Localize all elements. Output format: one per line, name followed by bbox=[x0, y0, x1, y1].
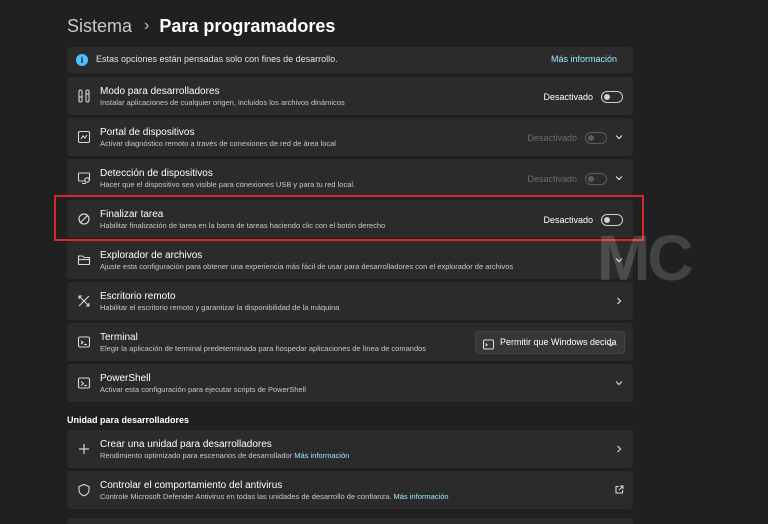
next-card-edge bbox=[67, 518, 633, 524]
setting-title: PowerShell bbox=[100, 373, 151, 384]
setting-title: Modo para desarrolladores bbox=[100, 86, 220, 97]
toggle-state-label: Desactivado bbox=[543, 92, 593, 102]
setting-desc: Hacer que el dispositivo sea visible par… bbox=[100, 180, 356, 189]
setting-device-discovery[interactable]: Detección de dispositivos Hacer que el d… bbox=[67, 159, 633, 197]
setting-file-explorer[interactable]: Explorador de archivos Ajuste esta confi… bbox=[67, 241, 633, 279]
chevron-down-icon[interactable] bbox=[613, 172, 625, 184]
more-info-link[interactable]: Más información bbox=[394, 492, 449, 501]
breadcrumb-sistema[interactable]: Sistema bbox=[67, 16, 132, 37]
toggle-state-label: Desactivado bbox=[527, 133, 577, 143]
info-more-link[interactable]: Más información bbox=[551, 54, 617, 64]
terminal-dropdown-value: Permitir que Windows decida bbox=[500, 337, 617, 347]
more-info-link[interactable]: Más información bbox=[294, 451, 349, 460]
setting-desc: Activar esta configuración para ejecutar… bbox=[100, 385, 306, 394]
setting-desc: Ajuste esta configuración para obtener u… bbox=[100, 262, 514, 271]
terminal-app-icon bbox=[483, 337, 494, 350]
remote-desktop-icon bbox=[77, 294, 91, 308]
shield-icon bbox=[77, 483, 91, 497]
setting-desc: Controle Microsoft Defender Antivirus en… bbox=[100, 492, 449, 501]
info-bar: i Estas opciones están pensadas solo con… bbox=[67, 47, 633, 73]
chevron-right-icon[interactable] bbox=[613, 443, 625, 455]
page-title: Para programadores bbox=[159, 15, 336, 36]
setting-title: Crear una unidad para desarrolladores bbox=[100, 439, 272, 450]
setting-title: Explorador de archivos bbox=[100, 250, 203, 261]
breadcrumb-separator: › bbox=[144, 17, 150, 34]
end-task-icon bbox=[77, 212, 91, 226]
setting-title: Escritorio remoto bbox=[100, 291, 176, 302]
chevron-down-icon bbox=[606, 337, 616, 347]
setting-desc: Habilitar el escritorio remoto y garanti… bbox=[100, 303, 340, 312]
external-link-icon[interactable] bbox=[613, 484, 625, 496]
developer-mode-toggle[interactable] bbox=[601, 91, 623, 103]
setting-desc: Instalar aplicaciones de cualquier orige… bbox=[100, 98, 345, 107]
setting-desc: Rendimiento optimizado para escenarios d… bbox=[100, 451, 350, 460]
setting-desc: Habilitar finalización de tarea en la ba… bbox=[100, 221, 386, 230]
setting-create-dev-drive[interactable]: Crear una unidad para desarrolladores Re… bbox=[67, 430, 633, 468]
toggle-state-label: Desactivado bbox=[543, 215, 593, 225]
setting-title: Terminal bbox=[100, 332, 138, 343]
chevron-down-icon[interactable] bbox=[613, 131, 625, 143]
setting-powershell[interactable]: PowerShell Activar esta configuración pa… bbox=[67, 364, 633, 402]
plus-icon bbox=[77, 442, 91, 456]
setting-desc: Activar diagnóstico remoto a través de c… bbox=[100, 139, 336, 148]
device-portal-icon bbox=[77, 130, 91, 144]
setting-device-portal[interactable]: Portal de dispositivos Activar diagnósti… bbox=[67, 118, 633, 156]
info-icon: i bbox=[76, 54, 88, 66]
powershell-icon bbox=[77, 376, 91, 390]
chevron-down-icon[interactable] bbox=[613, 254, 625, 266]
info-text: Estas opciones están pensadas solo con f… bbox=[96, 54, 338, 64]
breadcrumb: Sistema › Para programadores bbox=[67, 14, 335, 38]
terminal-icon bbox=[77, 335, 91, 349]
device-discovery-icon bbox=[77, 171, 91, 185]
setting-developer-mode: Modo para desarrolladores Instalar aplic… bbox=[67, 77, 633, 115]
chevron-right-icon[interactable] bbox=[613, 295, 625, 307]
device-portal-toggle[interactable] bbox=[585, 132, 607, 144]
setting-title: Portal de dispositivos bbox=[100, 127, 195, 138]
end-task-toggle[interactable] bbox=[601, 214, 623, 226]
section-header-dev-drive: Unidad para desarrolladores bbox=[67, 415, 190, 425]
chevron-down-icon[interactable] bbox=[613, 377, 625, 389]
file-explorer-icon bbox=[77, 253, 91, 267]
setting-desc: Elegir la aplicación de terminal predete… bbox=[100, 344, 427, 353]
terminal-dropdown[interactable]: Permitir que Windows decida bbox=[475, 331, 625, 354]
setting-title: Controlar el comportamiento del antiviru… bbox=[100, 480, 283, 491]
developer-tools-icon bbox=[77, 89, 91, 103]
setting-remote-desktop[interactable]: Escritorio remoto Habilitar el escritori… bbox=[67, 282, 633, 320]
setting-antivirus-behavior[interactable]: Controlar el comportamiento del antiviru… bbox=[67, 471, 633, 509]
setting-terminal: Terminal Elegir la aplicación de termina… bbox=[67, 323, 633, 361]
device-discovery-toggle[interactable] bbox=[585, 173, 607, 185]
toggle-state-label: Desactivado bbox=[527, 174, 577, 184]
setting-title: Detección de dispositivos bbox=[100, 168, 213, 179]
setting-end-task: Finalizar tarea Habilitar finalización d… bbox=[67, 200, 633, 238]
setting-title: Finalizar tarea bbox=[100, 209, 164, 220]
